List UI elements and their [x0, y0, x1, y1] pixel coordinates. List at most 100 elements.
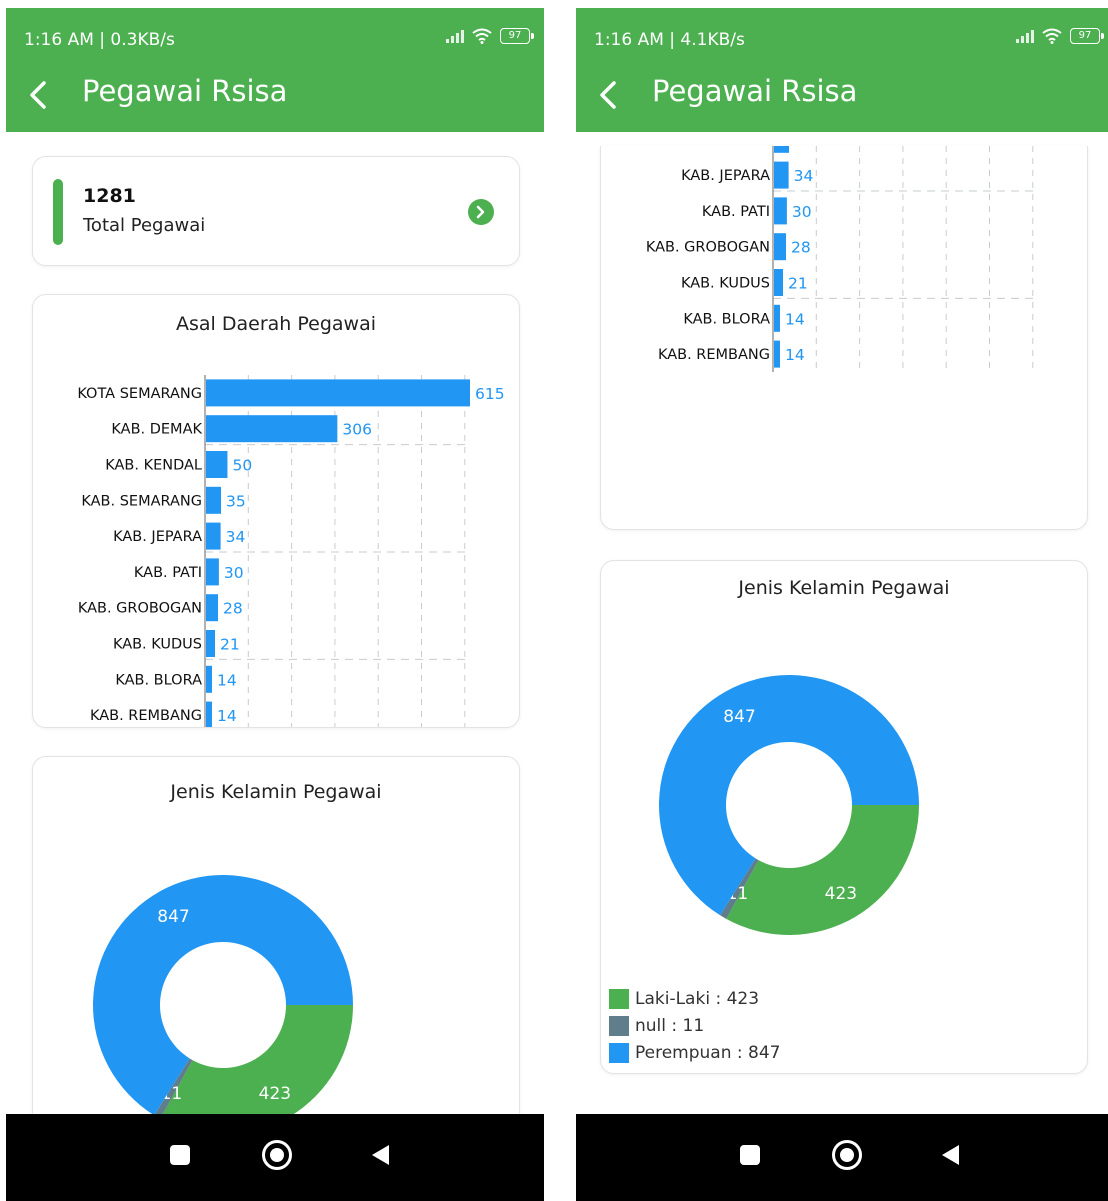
total-count: 1281: [83, 185, 136, 207]
bar: [206, 522, 221, 550]
slice-value-label: 423: [259, 1084, 291, 1104]
total-pegawai-card[interactable]: 1281 Total Pegawai: [32, 156, 520, 266]
category-label: KAB. GROBOGAN: [78, 601, 202, 617]
value-label: 615: [475, 385, 505, 403]
status-icons: 97: [1016, 28, 1104, 44]
status-time: 1:16 AM | 4.1KB/s: [594, 30, 745, 50]
category-label: KAB. SEMARANG: [81, 493, 202, 509]
category-label: KAB. PATI: [134, 565, 202, 581]
legend-item-null: null : 11: [609, 1012, 780, 1039]
category-label: KAB. KENDAL: [105, 458, 202, 474]
value-label: 14: [217, 671, 237, 689]
screen-right: KOTA SEMARANG615KAB. DEMAK306KAB. KENDAL…: [576, 8, 1108, 1201]
value-label: 21: [788, 275, 808, 293]
back-triangle-icon[interactable]: [372, 1145, 389, 1165]
legend-swatch: [609, 1015, 629, 1036]
bar: [206, 486, 222, 514]
app-bar: 1:16 AM | 4.1KB/s 97 Pegawai Rsisa: [576, 8, 1108, 132]
value-label: 35: [226, 492, 246, 510]
bar: [206, 558, 219, 586]
legend-label: Perempuan : 847: [635, 1042, 781, 1063]
status-time: 1:16 AM | 0.3KB/s: [24, 30, 175, 50]
screen-left: 1:16 AM | 0.3KB/s 97 Pegawai Rsisa 1281 …: [6, 8, 544, 1201]
bar: [774, 146, 790, 153]
slice-value-label: 847: [157, 907, 189, 927]
category-label: KOTA SEMARANG: [77, 386, 202, 402]
bar: [774, 161, 789, 189]
recents-icon[interactable]: [740, 1145, 760, 1165]
signal-icon: [1016, 29, 1034, 43]
back-arrow-icon[interactable]: [24, 78, 52, 112]
legend-swatch: [609, 988, 629, 1009]
bar: [206, 701, 213, 727]
donut-chart: 42311847: [659, 674, 919, 935]
battery-icon: 97: [1070, 28, 1104, 44]
category-label: KAB. KUDUS: [681, 276, 770, 292]
value-label: 30: [224, 564, 244, 582]
category-label: KAB. REMBANG: [90, 708, 202, 724]
bar: [774, 233, 787, 261]
value-label: 34: [226, 528, 246, 546]
chevron-right-icon[interactable]: [468, 199, 494, 225]
value-label: 30: [792, 203, 812, 221]
value-label: 28: [223, 600, 243, 618]
bar: [774, 340, 781, 368]
value-label: 35: [794, 146, 814, 149]
bar-chart: KOTA SEMARANG615KAB. DEMAK306KAB. KENDAL…: [646, 146, 1037, 372]
category-label: KAB. SEMARANG: [649, 146, 770, 148]
back-triangle-icon[interactable]: [942, 1145, 959, 1165]
recents-icon[interactable]: [170, 1145, 190, 1165]
status-icons: 97: [446, 28, 534, 44]
category-label: KAB. REMBANG: [658, 347, 770, 363]
value-label: 14: [217, 707, 237, 725]
battery-icon: 97: [500, 28, 534, 44]
bar: [206, 451, 228, 478]
nav-bar: [6, 1114, 544, 1201]
value-label: 14: [785, 346, 805, 364]
bar: [774, 197, 787, 225]
category-label: KAB. KUDUS: [113, 637, 202, 653]
signal-icon: [446, 29, 464, 43]
bar: [206, 594, 219, 622]
category-label: KAB. PATI: [702, 204, 770, 220]
legend-swatch: [609, 1042, 629, 1063]
asal-daerah-card: Asal Daerah Pegawai KOTA SEMARANG 615 KAB.…: [32, 294, 520, 728]
total-label: Total Pegawai: [83, 215, 206, 236]
legend-item-laki-laki: Laki-Laki : 423: [609, 985, 780, 1012]
bar: [206, 379, 470, 407]
asal-daerah-card: KOTA SEMARANG615KAB. DEMAK306KAB. KENDAL…: [600, 146, 1088, 530]
home-icon[interactable]: [262, 1140, 292, 1170]
value-label: 14: [785, 310, 805, 328]
value-label: 50: [232, 457, 252, 475]
category-label: KAB. DEMAK: [111, 422, 202, 438]
pie-chart-title: Jenis Kelamin Pegawai: [170, 781, 382, 803]
wifi-icon: [1042, 28, 1062, 44]
category-label: KAB. GROBOGAN: [646, 240, 770, 256]
value-label: 306: [342, 421, 372, 439]
accent-bar: [53, 179, 63, 245]
wifi-icon: [472, 28, 492, 44]
jenis-kelamin-card: Jenis Kelamin Pegawai 423 11 847: [32, 756, 520, 1156]
bar: [206, 665, 213, 693]
legend-label: Laki-Laki : 423: [635, 988, 760, 1009]
bar: [774, 269, 784, 296]
app-bar: 1:16 AM | 0.3KB/s 97 Pegawai Rsisa: [6, 8, 544, 132]
category-label: KAB. BLORA: [115, 672, 202, 688]
jenis-kelamin-card: Jenis Kelamin Pegawai 423 11 847 Laki-Laki…: [600, 560, 1088, 1074]
nav-bar: [576, 1114, 1108, 1201]
slice-value-label: 423: [825, 884, 857, 904]
bar: [774, 304, 781, 332]
category-label: KAB. BLORA: [683, 311, 770, 327]
back-arrow-icon[interactable]: [594, 78, 622, 112]
bar: [206, 630, 216, 657]
value-label: 21: [220, 636, 240, 654]
bar-chart-title: Asal Daerah Pegawai: [176, 313, 376, 335]
home-icon[interactable]: [832, 1140, 862, 1170]
slice-value-label: 847: [723, 707, 755, 727]
bar: [206, 415, 338, 443]
category-label: KAB. JEPARA: [681, 168, 770, 184]
pie-slice: [726, 805, 919, 935]
bar-chart: KOTA SEMARANG 615 KAB. DEMAK 306 KAB. KENDAL…: [77, 375, 505, 727]
category-label: KAB. JEPARA: [113, 529, 202, 545]
page-title: Pegawai Rsisa: [82, 74, 288, 108]
